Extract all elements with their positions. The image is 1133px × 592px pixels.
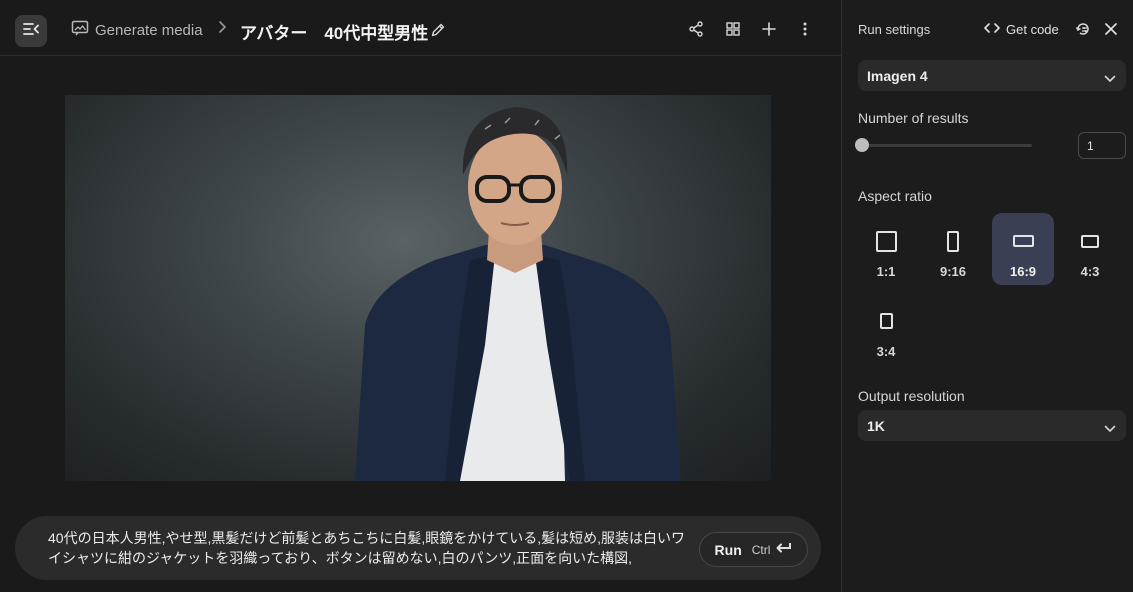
- aspect-ratio-label: Aspect ratio: [858, 188, 932, 204]
- aspect-ratio-9-16[interactable]: 9:16: [922, 213, 984, 285]
- wide-ratio-icon: [1081, 234, 1099, 248]
- ratio-label: 4:3: [1080, 264, 1100, 279]
- menu-collapse-icon: [23, 22, 39, 41]
- aspect-ratio-4-3[interactable]: 4:3: [1059, 213, 1121, 285]
- square-ratio-icon: [875, 230, 897, 252]
- output-resolution-label: Output resolution: [858, 388, 965, 404]
- reset-settings-icon[interactable]: [1075, 21, 1091, 37]
- page-title: アバター 40代中型男性: [240, 24, 429, 43]
- resolution-select[interactable]: 1K: [858, 410, 1126, 441]
- more-vert-icon[interactable]: [796, 20, 814, 38]
- aspect-ratio-16-9[interactable]: 16:9: [992, 213, 1054, 285]
- close-icon[interactable]: [1103, 21, 1119, 37]
- main-area: Generate media アバター 40代中型男性 40代の日本人男性,やせ…: [0, 0, 841, 592]
- portrait-ratio-icon: [947, 230, 959, 252]
- chevron-right-icon: [216, 20, 228, 39]
- breadcrumb-generate-media[interactable]: Generate media: [71, 20, 203, 40]
- run-button[interactable]: Run Ctrl: [699, 532, 808, 567]
- results-label: Number of results: [858, 110, 969, 126]
- run-label: Run: [714, 541, 742, 558]
- model-value: Imagen 4: [867, 67, 928, 84]
- get-code-button[interactable]: Get code: [984, 22, 1059, 37]
- get-code-label: Get code: [1006, 22, 1059, 37]
- image-frame-icon: [71, 20, 95, 40]
- enter-key-icon: [774, 541, 792, 558]
- share-icon[interactable]: [687, 20, 705, 38]
- ratio-label: 16:9: [1009, 264, 1037, 279]
- pencil-icon[interactable]: [430, 22, 446, 43]
- menu-toggle-button[interactable]: [15, 15, 47, 47]
- grid-icon[interactable]: [724, 20, 742, 38]
- generated-image[interactable]: [65, 95, 771, 481]
- ratio-label: 1:1: [876, 264, 896, 279]
- results-slider-thumb[interactable]: [855, 138, 869, 152]
- plus-icon[interactable]: [760, 20, 778, 38]
- portrait-illustration: [355, 107, 681, 481]
- shortcut-label: Ctrl: [751, 542, 771, 557]
- ratio-label: 3:4: [876, 344, 896, 359]
- aspect-ratio-3-4[interactable]: 3:4: [855, 293, 917, 365]
- model-select[interactable]: Imagen 4: [858, 60, 1126, 91]
- results-slider-track[interactable]: [859, 144, 1032, 147]
- prompt-text[interactable]: 40代の日本人男性,やせ型,黒髪だけど前髪とあちこちに白髪,眼鏡をかけている,髪…: [48, 528, 693, 568]
- ratio-label: 9:16: [939, 264, 967, 279]
- chevron-down-icon: [1104, 70, 1116, 86]
- resolution-value: 1K: [867, 417, 885, 434]
- chevron-down-icon: [1104, 420, 1116, 436]
- results-number-input[interactable]: 1: [1078, 132, 1126, 159]
- top-bar: Generate media アバター 40代中型男性: [0, 0, 841, 56]
- panel-title: Run settings: [858, 22, 931, 37]
- run-settings-panel: Run settings Get code Imagen 4 Number of…: [841, 0, 1133, 592]
- landscape-ratio-icon: [1012, 235, 1034, 247]
- tall-ratio-icon: [879, 313, 893, 329]
- code-brackets-icon: [984, 22, 1000, 37]
- run-shortcut: Ctrl: [752, 541, 793, 558]
- aspect-ratio-1-1[interactable]: 1:1: [855, 213, 917, 285]
- breadcrumb-label: Generate media: [95, 21, 203, 39]
